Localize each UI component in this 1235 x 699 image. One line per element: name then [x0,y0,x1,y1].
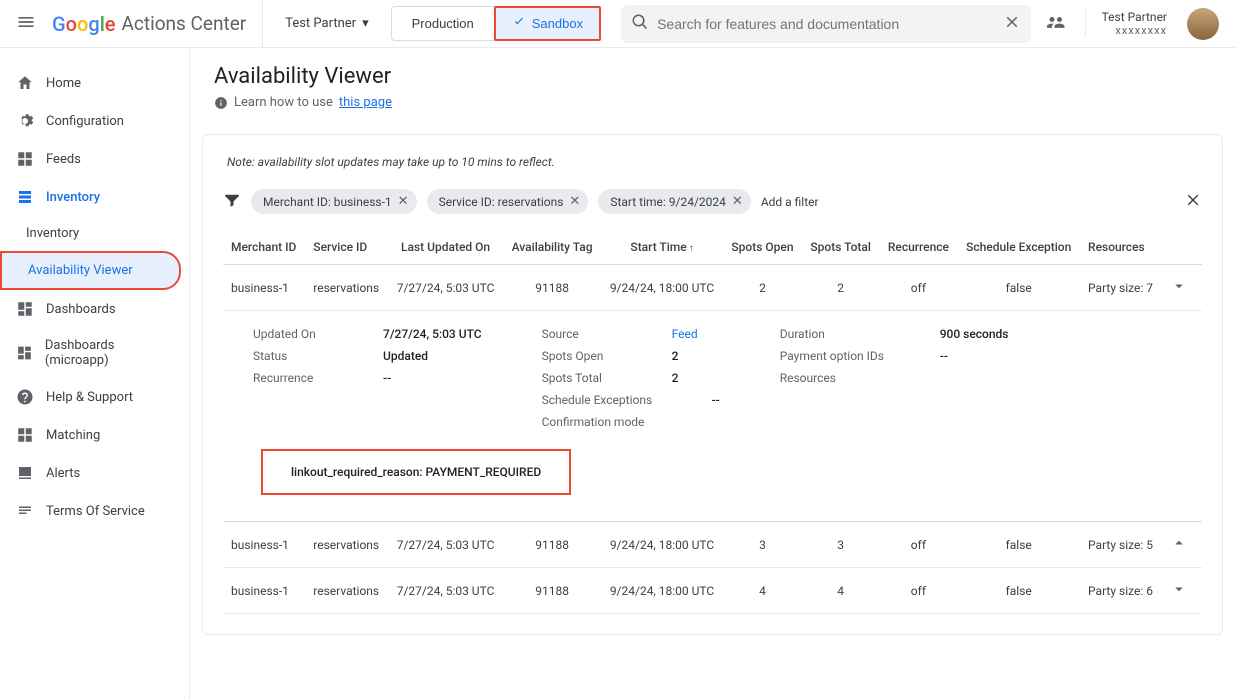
sidebar-item-configuration[interactable]: Configuration [0,102,189,140]
filter-bar: Merchant ID: business-1✕ Service ID: res… [203,181,1222,222]
clear-icon[interactable] [1003,13,1021,35]
col-resources[interactable]: Resources [1080,230,1162,265]
sidebar-item-alerts[interactable]: Alerts [0,454,189,492]
sandbox-label: Sandbox [532,16,583,31]
env-buttons: Production Sandbox [391,6,601,41]
search-bar[interactable] [621,5,1030,43]
user-sub: xxxxxxxx [1115,24,1167,37]
search-icon [631,13,649,35]
collapse-row-icon[interactable] [1162,522,1202,568]
col-open[interactable]: Spots Open [723,230,802,265]
chip-remove-icon[interactable]: ✕ [398,194,409,209]
sidebar: Home Configuration Feeds Inventory Inven… [0,48,190,699]
chevron-down-icon: ▾ [362,16,369,31]
sidebar-item-help[interactable]: Help & Support [0,378,189,416]
sidebar-item-inventory-sub[interactable]: Inventory [0,216,189,251]
filter-chip-starttime[interactable]: Start time: 9/24/2024✕ [598,189,750,214]
filter-chip-merchant[interactable]: Merchant ID: business-1✕ [251,189,417,214]
avatar[interactable] [1187,8,1219,40]
page-title: Availability Viewer [214,64,1211,89]
user-name: Test Partner [1102,10,1167,24]
user-info: Test Partner xxxxxxxx [1085,10,1167,37]
production-button[interactable]: Production [391,6,495,41]
account-switch-icon[interactable] [1047,12,1067,36]
logo-area[interactable]: Google Actions Center [52,0,263,47]
note-text: Note: availability slot updates may take… [203,135,1222,181]
check-icon [512,15,526,32]
availability-table: Merchant ID Service ID Last Updated On A… [223,230,1202,614]
table-row[interactable]: business-1 reservations 7/27/24, 5:03 UT… [223,265,1202,311]
col-total[interactable]: Spots Total [802,230,879,265]
col-service[interactable]: Service ID [305,230,388,265]
sidebar-item-tos[interactable]: Terms Of Service [0,492,189,530]
table-row[interactable]: business-1 reservations 7/27/24, 5:03 UT… [223,522,1202,568]
col-tag[interactable]: Availability Tag [503,230,601,265]
filter-icon[interactable] [223,191,241,213]
app-header: Google Actions Center Test Partner ▾ Pro… [0,0,1235,48]
source-link[interactable]: Feed [672,327,698,341]
google-logo: Google [52,12,116,36]
close-filters-icon[interactable] [1184,191,1202,213]
partner-selector[interactable]: Test Partner ▾ [271,16,382,31]
product-name: Actions Center [122,12,247,35]
content: Availability Viewer Learn how to use thi… [190,48,1235,699]
header-right: Test Partner xxxxxxxx [1039,8,1227,40]
sidebar-item-inventory[interactable]: Inventory [0,178,189,216]
sidebar-item-availability-viewer[interactable]: Availability Viewer [0,251,181,290]
chip-remove-icon[interactable]: ✕ [569,194,580,209]
expand-row-icon[interactable] [1162,265,1202,311]
info-icon [214,96,228,110]
col-recurrence[interactable]: Recurrence [879,230,957,265]
sort-up-icon: ↑ [689,243,694,254]
add-filter[interactable]: Add a filter [761,195,819,209]
sidebar-item-dashboards[interactable]: Dashboards [0,290,189,328]
sidebar-item-dashboards-microapp[interactable]: Dashboards (microapp) [0,328,189,378]
linkout-reason-box: linkout_required_reason: PAYMENT_REQUIRE… [261,449,571,495]
col-start[interactable]: Start Time↑ [601,230,723,265]
col-updated[interactable]: Last Updated On [388,230,503,265]
partner-name: Test Partner [285,16,356,31]
expand-row-icon[interactable] [1162,568,1202,614]
sidebar-item-matching[interactable]: Matching [0,416,189,454]
col-exception[interactable]: Schedule Exception [957,230,1080,265]
search-input[interactable] [649,16,1002,32]
filter-chip-service[interactable]: Service ID: reservations✕ [427,189,589,214]
page-header: Availability Viewer Learn how to use thi… [190,48,1235,122]
help-link[interactable]: this page [339,95,392,110]
table-row[interactable]: business-1 reservations 7/27/24, 5:03 UT… [223,568,1202,614]
col-merchant[interactable]: Merchant ID [223,230,305,265]
menu-icon[interactable] [8,4,44,44]
sidebar-item-home[interactable]: Home [0,64,189,102]
page-help: Learn how to use this page [214,95,1211,110]
sandbox-button[interactable]: Sandbox [494,6,601,41]
viewer-panel: Note: availability slot updates may take… [202,134,1223,635]
sidebar-item-feeds[interactable]: Feeds [0,140,189,178]
row-detail-panel: Updated On7/27/24, 5:03 UTC StatusUpdate… [223,311,1202,521]
chip-remove-icon[interactable]: ✕ [732,194,743,209]
